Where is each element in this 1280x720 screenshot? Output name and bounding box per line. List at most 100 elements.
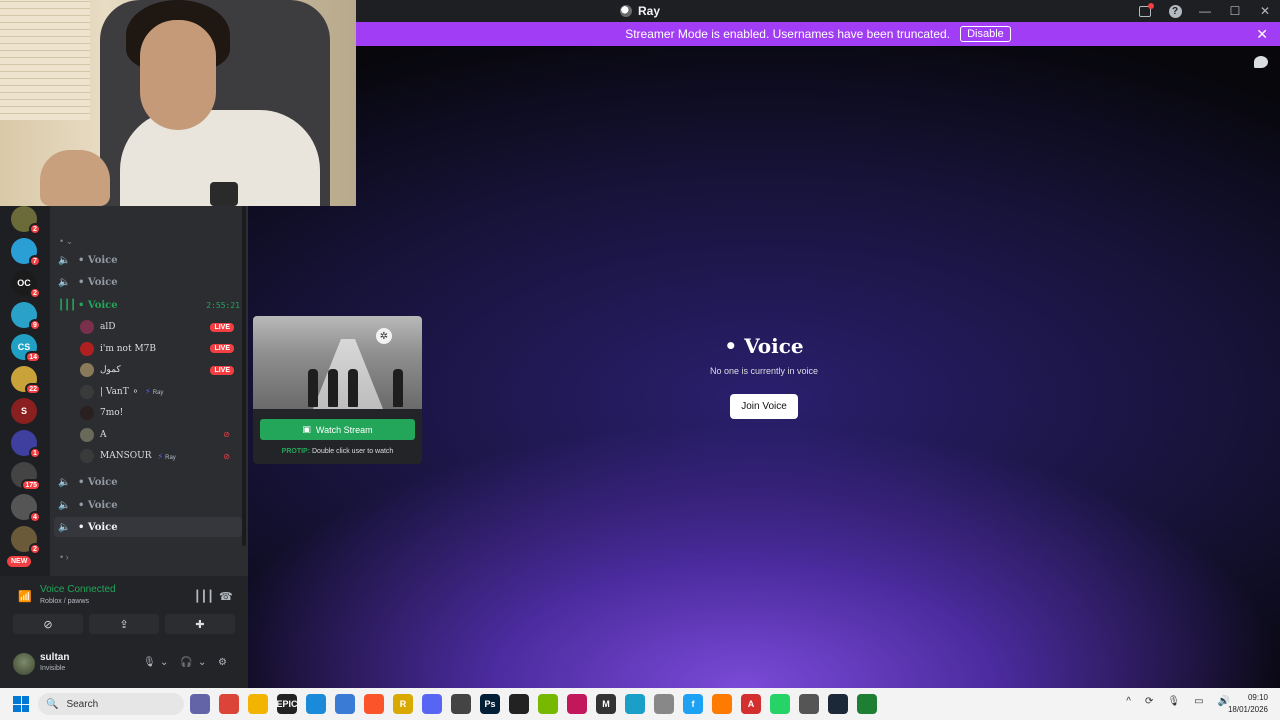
server-icon[interactable]: 9 xyxy=(11,302,41,331)
disconnect-icon[interactable]: ☎ xyxy=(219,590,233,603)
server-icon[interactable]: 7 xyxy=(11,238,41,267)
taskbar-app-icon[interactable] xyxy=(364,694,384,714)
taskbar-app-icon[interactable] xyxy=(335,694,355,714)
webcam-face xyxy=(140,20,216,130)
taskbar-app-icon[interactable] xyxy=(625,694,645,714)
taskbar-search[interactable]: 🔍 Search xyxy=(38,693,184,715)
taskbar-app-icon[interactable]: R xyxy=(393,694,413,714)
voice-channel-1[interactable]: 🔈 • Voice xyxy=(54,250,242,270)
noise-suppression-icon[interactable]: ┃┃┃ xyxy=(194,590,214,603)
stream-thumbnail[interactable]: ✲ xyxy=(253,316,422,409)
signal-icon[interactable]: 📶 xyxy=(18,590,32,603)
screen-share-button[interactable]: ⇪ xyxy=(89,614,159,634)
system-clock[interactable]: 09:10 18/01/2026 xyxy=(1228,692,1268,716)
avatar xyxy=(80,341,94,356)
taskbar-app-icon[interactable] xyxy=(422,694,442,714)
server-icon[interactable]: 2 xyxy=(11,206,41,235)
taskbar-app-icon[interactable]: EPIC xyxy=(277,694,298,714)
settings-gear-icon[interactable]: ⚙ xyxy=(218,657,227,668)
voice-connected-location[interactable]: Roblox / pawws xyxy=(40,598,89,605)
taskbar-app-icon[interactable] xyxy=(451,694,471,714)
lightning-icon: ⚡ xyxy=(157,451,164,461)
voice-channel-5[interactable]: 🔈 • Voice xyxy=(54,495,242,515)
screen-share-icon: ▣ xyxy=(302,424,311,434)
activities-button[interactable]: ✚ xyxy=(165,614,235,634)
taskbar-app-icon[interactable]: M xyxy=(596,694,616,714)
taskbar-app-icon[interactable]: Ps xyxy=(480,694,500,714)
taskbar-app-icon[interactable]: A xyxy=(741,694,761,714)
stream-preview-popup: ✲ ▣ Watch Stream PROTIP: Double click us… xyxy=(253,316,422,464)
voice-user-name: MANSOUR xyxy=(100,451,152,461)
chevron-down-icon[interactable]: ⌄ xyxy=(198,657,206,668)
voice-connected-status[interactable]: Voice Connected xyxy=(40,584,116,595)
voice-user[interactable]: MANSOUR ⚡ Ray ⊘ xyxy=(80,446,238,466)
headphones-icon[interactable]: 🎧 xyxy=(180,657,192,668)
windows-start-icon[interactable] xyxy=(13,696,29,712)
watch-stream-label: Watch Stream xyxy=(315,424,373,435)
taskbar-app-icon[interactable] xyxy=(538,694,558,714)
join-voice-button[interactable]: Join Voice xyxy=(730,394,798,419)
avatar[interactable] xyxy=(13,653,35,675)
taskbar-app-icon[interactable] xyxy=(828,694,848,714)
microphone-icon[interactable]: 🎙 xyxy=(143,657,156,668)
taskbar-app-icon[interactable] xyxy=(509,694,529,714)
mention-badge: 2 xyxy=(29,223,41,235)
taskbar-app-icon[interactable] xyxy=(857,694,877,714)
voice-user[interactable]: A ⊘ xyxy=(80,425,238,445)
server-icon[interactable]: 22 xyxy=(11,366,41,395)
taskbar-app-icon[interactable] xyxy=(712,694,732,714)
taskbar-app-icon[interactable] xyxy=(248,694,268,714)
deafened-icon: ⊘ xyxy=(223,430,230,439)
camera-off-button[interactable]: ⊘ xyxy=(13,614,83,634)
taskbar-app-icon[interactable] xyxy=(306,694,326,714)
server-icon[interactable]: S xyxy=(11,398,37,424)
help-button[interactable]: ? xyxy=(1160,0,1190,22)
server-icon[interactable]: 1 xyxy=(11,430,41,459)
close-window-button[interactable]: ✕ xyxy=(1250,0,1280,22)
taskbar-app-icon[interactable] xyxy=(770,694,790,714)
category-collapse-dots[interactable]: • ⌄ xyxy=(60,236,73,247)
channel-scrollbar[interactable] xyxy=(242,206,246,546)
network-icon[interactable]: ▭ xyxy=(1194,696,1203,707)
taskbar-app-icon[interactable] xyxy=(654,694,674,714)
chevron-down-icon[interactable]: ⌄ xyxy=(160,657,168,668)
maximize-button[interactable]: ☐ xyxy=(1220,0,1250,22)
taskbar-app-icon[interactable] xyxy=(799,694,819,714)
search-icon: 🔍 xyxy=(46,698,59,710)
voice-channel-6-selected[interactable]: 🔈 • Voice xyxy=(54,517,242,537)
taskbar-app-icon[interactable] xyxy=(219,694,239,714)
chevron-up-icon[interactable]: ^ xyxy=(1126,696,1131,707)
taskbar-app-icon[interactable] xyxy=(190,694,210,714)
watch-stream-button[interactable]: ▣ Watch Stream xyxy=(260,419,415,440)
server-icon[interactable]: CS 14 xyxy=(11,334,41,363)
sync-icon[interactable]: ⟳ xyxy=(1145,696,1153,707)
server-logo-icon xyxy=(619,5,632,17)
mention-badge: 2 xyxy=(29,543,41,555)
taskbar-app-icon[interactable] xyxy=(567,694,587,714)
server-icon[interactable]: OC 2 xyxy=(11,270,41,299)
category-expand-dots[interactable]: • › xyxy=(60,552,69,562)
inbox-button[interactable] xyxy=(1130,0,1160,22)
voice-user[interactable]: 7mo! xyxy=(80,403,238,423)
chat-bubble-icon[interactable] xyxy=(1254,56,1268,68)
server-icon[interactable]: 175 xyxy=(11,462,41,491)
thumbnail-emblem-icon: ✲ xyxy=(376,328,392,344)
thumbnail-figure xyxy=(393,369,403,407)
live-badge: LIVE xyxy=(210,322,234,332)
server-icon[interactable]: 2 xyxy=(11,526,41,555)
voice-user[interactable]: كمول LIVE xyxy=(80,360,238,380)
voice-channel-4-label: • Voice xyxy=(78,476,118,488)
taskbar-app-icon[interactable]: f xyxy=(683,694,703,714)
close-banner-icon[interactable]: ✕ xyxy=(1256,26,1268,43)
voice-channel-2[interactable]: 🔈 • Voice xyxy=(54,272,242,292)
voice-user[interactable]: i'm not M7B LIVE xyxy=(80,339,238,359)
voice-user[interactable]: alD LIVE xyxy=(80,317,238,337)
mic-tray-icon[interactable]: 🎙 xyxy=(1167,696,1180,707)
voice-channel-4[interactable]: 🔈 • Voice xyxy=(54,472,242,492)
minimize-button[interactable]: — xyxy=(1190,0,1220,22)
disable-streamer-mode-button[interactable]: Disable xyxy=(960,26,1011,42)
voice-channel-active[interactable]: ┃┃┃ • Voice 2:55:21 xyxy=(54,295,242,315)
inbox-icon xyxy=(1139,2,1154,17)
server-icon[interactable]: 4 xyxy=(11,494,41,523)
voice-user[interactable]: | VanT ⚬ ⚡ Ray xyxy=(80,382,238,402)
